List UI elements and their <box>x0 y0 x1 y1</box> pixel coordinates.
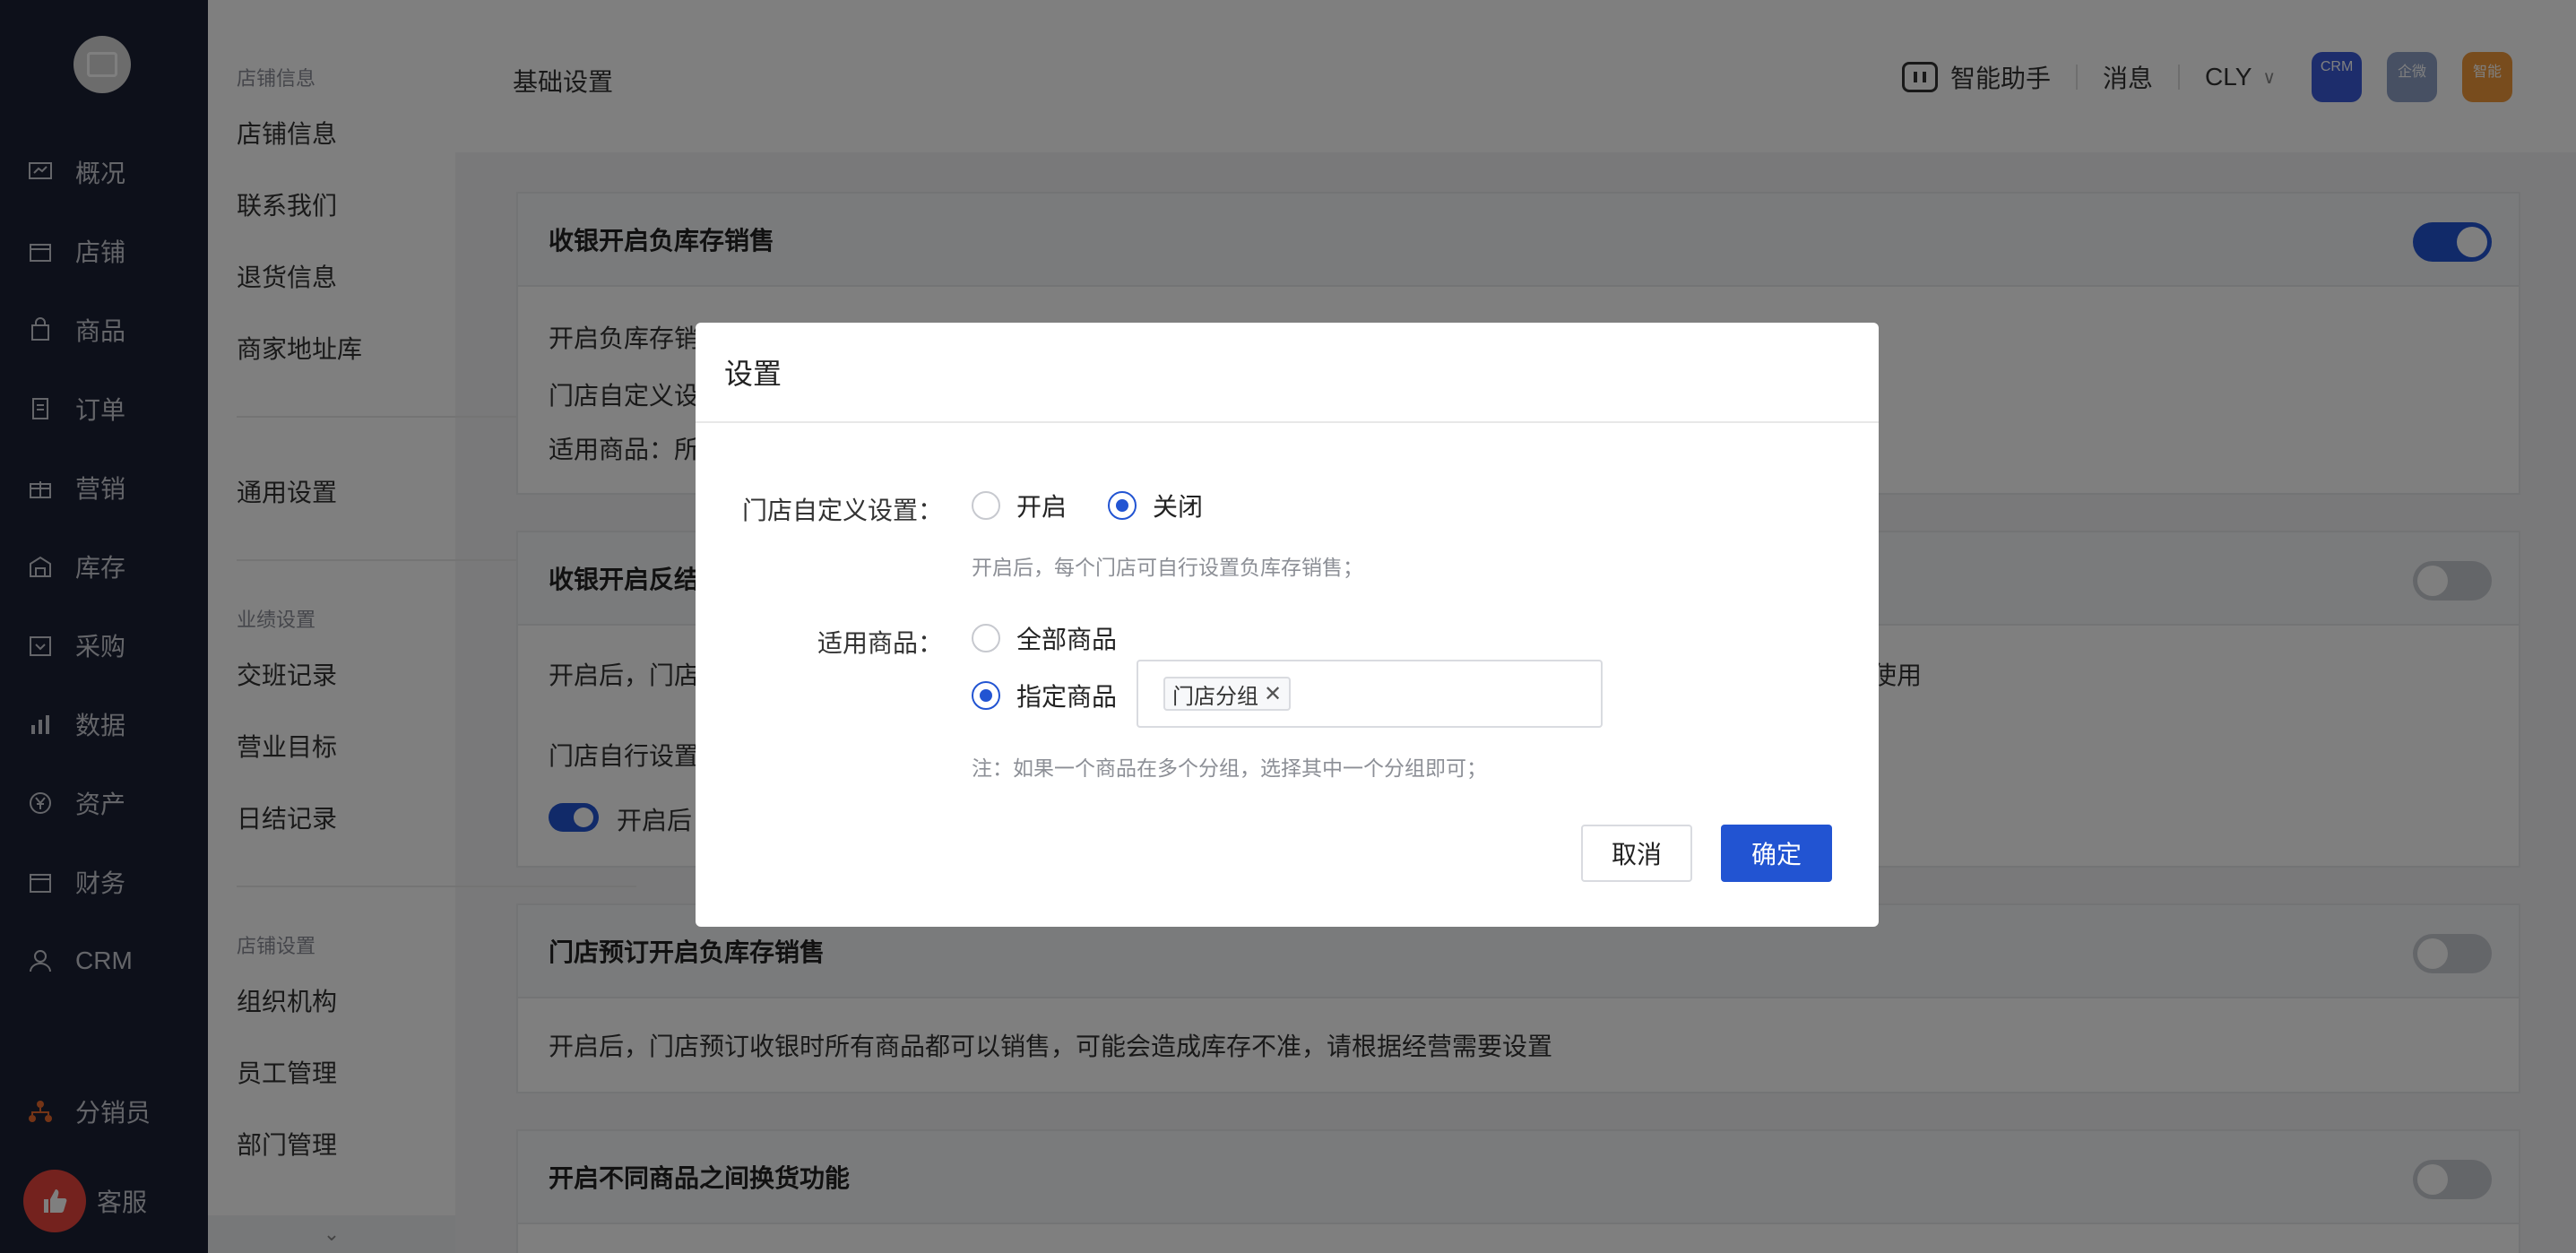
radio-icon <box>972 624 1000 652</box>
custom-setting-hint: 开启后，每个门店可自行设置负库存销售； <box>972 556 1363 579</box>
all-goods-radio[interactable]: 全部商品 <box>972 620 1117 656</box>
radio-checked-icon <box>1108 491 1137 520</box>
dialog-title: 设置 <box>724 358 782 390</box>
radio-icon <box>972 491 1000 520</box>
confirm-button[interactable]: 确定 <box>1721 825 1832 882</box>
goods-group-select[interactable]: 门店分组 ✕ <box>1137 660 1603 728</box>
applicable-goods-label: 适用商品： <box>817 629 943 657</box>
close-icon[interactable]: ✕ <box>1264 681 1282 707</box>
custom-on-radio[interactable]: 开启 <box>972 488 1067 523</box>
settings-dialog: 设置 门店自定义设置： 开启 关闭 开启后，每个门店可自行设置负库存销售； 适用… <box>696 323 1879 927</box>
custom-off-radio[interactable]: 关闭 <box>1108 488 1203 523</box>
specific-goods-radio[interactable]: 指定商品 <box>972 678 1117 713</box>
goods-note: 注：如果一个商品在多个分组，选择其中一个分组即可； <box>972 756 1487 780</box>
radio-checked-icon <box>972 681 1000 710</box>
cancel-button[interactable]: 取消 <box>1581 825 1692 882</box>
custom-setting-label: 门店自定义设置： <box>741 497 943 524</box>
selected-tag: 门店分组 ✕ <box>1163 677 1292 711</box>
